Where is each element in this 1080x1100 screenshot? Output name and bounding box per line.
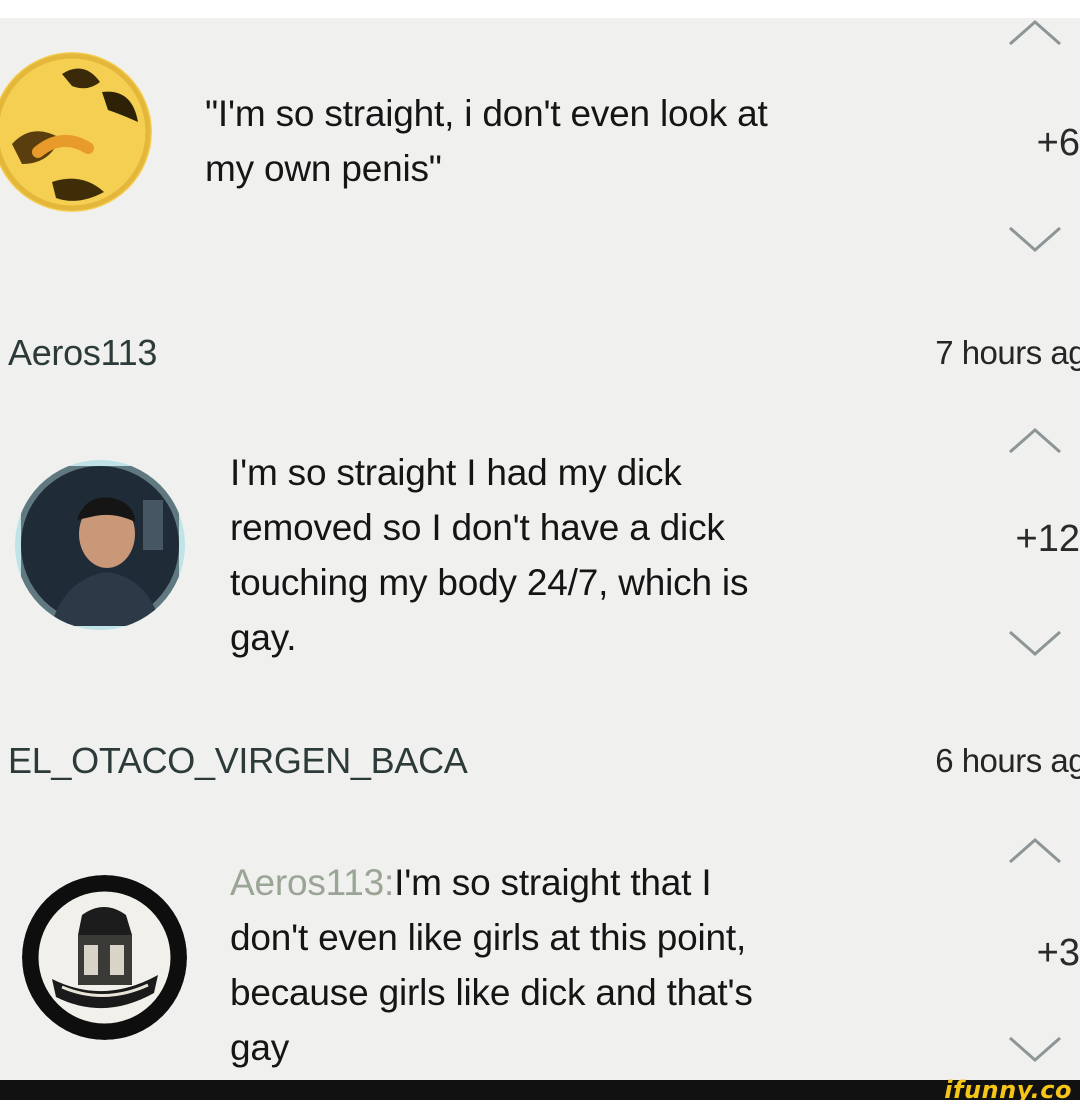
- comment-thread-screenshot: "I'm so straight, i don't even look at m…: [0, 0, 1080, 1100]
- comment-line: gay.: [230, 617, 297, 658]
- comment-line: because girls like dick and that's: [230, 972, 753, 1013]
- comment-3: Aeros113:I'm so straight that I don't ev…: [0, 810, 1080, 1080]
- vote-control: +6: [990, 20, 1080, 270]
- comment-line-text: I'm so straight that I: [394, 862, 712, 903]
- comment-meta: EL_OTACO_VIRGEN_BACA 6 hours ago: [0, 740, 1080, 790]
- comment-line: don't even like girls at this point,: [230, 917, 747, 958]
- vote-score: +6: [1036, 122, 1080, 164]
- comment-line: Aeros113:I'm so straight that I: [230, 855, 950, 910]
- chevron-up-icon[interactable]: [1008, 428, 1062, 454]
- chevron-down-icon[interactable]: [1008, 630, 1062, 656]
- vote-control: +3: [990, 832, 1080, 1082]
- comment-line: my own penis": [205, 148, 442, 189]
- avatar[interactable]: [22, 875, 187, 1040]
- ifunny-watermark: ifunny.co: [944, 1076, 1072, 1100]
- chevron-up-icon[interactable]: [1008, 20, 1062, 46]
- vote-control: +12: [990, 420, 1080, 670]
- comment-text: I'm so straight I had my dick removed so…: [230, 445, 950, 665]
- chevron-down-icon[interactable]: [1008, 226, 1062, 252]
- comment-line: "I'm so straight, i don't even look at: [205, 93, 768, 134]
- mention-link[interactable]: Aeros113:: [230, 862, 394, 903]
- comment-line: I'm so straight I had my dick: [230, 452, 682, 493]
- timestamp: 7 hours ago: [935, 334, 1080, 371]
- comment-line: removed so I don't have a dick: [230, 507, 725, 548]
- footer-bar: ifunny.co: [0, 1076, 1080, 1100]
- comment-text: "I'm so straight, i don't even look at m…: [205, 86, 965, 196]
- comment-2: I'm so straight I had my dick removed so…: [0, 400, 1080, 720]
- timestamp: 6 hours ago: [935, 742, 1080, 779]
- avatar[interactable]: [0, 52, 152, 212]
- username[interactable]: Aeros113: [8, 332, 157, 374]
- vote-score: +12: [1015, 518, 1080, 560]
- comment-meta: Aeros113 7 hours ago: [0, 332, 1080, 382]
- avatar[interactable]: [15, 460, 185, 630]
- comment-1: "I'm so straight, i don't even look at m…: [0, 0, 1080, 320]
- comment-line: gay: [230, 1027, 290, 1068]
- chevron-down-icon[interactable]: [1008, 1036, 1062, 1062]
- comment-line: touching my body 24/7, which is: [230, 562, 749, 603]
- vote-score: +3: [1036, 932, 1080, 974]
- username[interactable]: EL_OTACO_VIRGEN_BACA: [8, 740, 468, 782]
- chevron-up-icon[interactable]: [1008, 838, 1062, 864]
- comment-text: Aeros113:I'm so straight that I don't ev…: [230, 855, 950, 1075]
